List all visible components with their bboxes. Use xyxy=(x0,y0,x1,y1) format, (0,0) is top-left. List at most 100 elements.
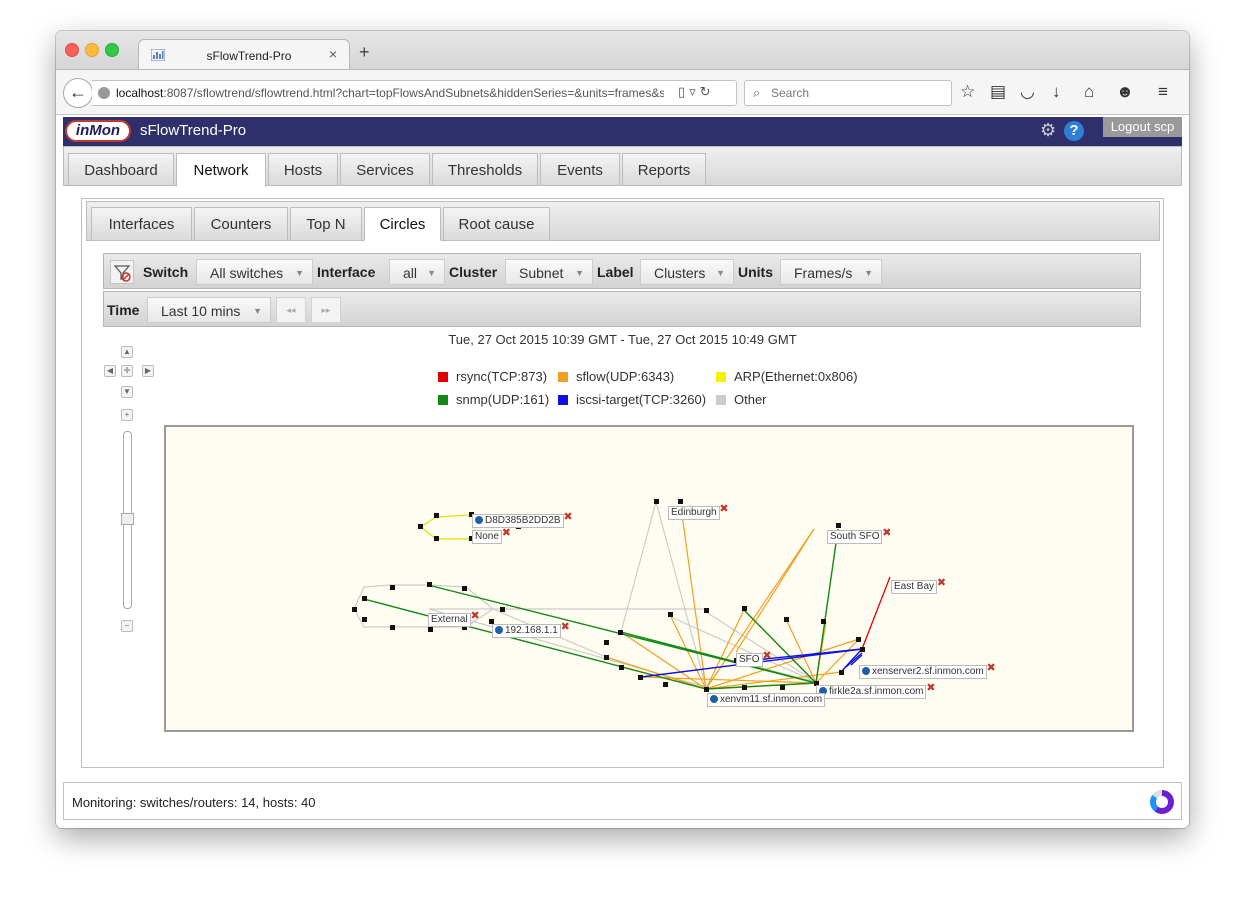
pan-right-icon[interactable]: ▶ xyxy=(142,365,154,377)
remove-icon[interactable]: ✖ xyxy=(882,527,891,539)
monitoring-status-text: Monitoring: switches/routers: 14, hosts:… xyxy=(72,795,316,810)
switch-select[interactable]: All switches ▼ xyxy=(196,259,313,285)
search-icon: ⌕ xyxy=(753,85,761,100)
remove-icon[interactable]: ✖ xyxy=(561,621,570,633)
browser-tab-title: sFlowTrend-Pro xyxy=(206,49,292,63)
zoom-out-icon[interactable]: − xyxy=(121,620,133,632)
remove-icon[interactable]: ✖ xyxy=(470,610,479,622)
tab-network[interactable]: Network xyxy=(176,153,266,187)
legend-item-arp[interactable]: ARP(Ethernet:0x806) xyxy=(716,369,858,384)
label-select[interactable]: Clusters ▼ xyxy=(640,259,734,285)
node-label-south-sfo[interactable]: South SFO ✖ xyxy=(827,527,891,544)
remove-icon[interactable]: ✖ xyxy=(987,662,996,674)
interface-select[interactable]: all ▼ xyxy=(389,259,445,285)
legend-item-sflow[interactable]: sflow(UDP:6343) xyxy=(558,369,674,384)
tab-dashboard[interactable]: Dashboard xyxy=(68,153,174,186)
node-label-firkle2a[interactable]: firkle2a.sf.inmon.com ✖ xyxy=(816,682,935,699)
title-bar: sFlowTrend-Pro × + xyxy=(56,31,1189,71)
sub-tabs: Interfaces Counters Top N Circles Root c… xyxy=(86,201,1160,241)
node-label-sfo[interactable]: SFO ✖ xyxy=(736,650,772,667)
units-select[interactable]: Frames/s ▼ xyxy=(780,259,882,285)
legend-item-iscsi[interactable]: iscsi-target(TCP:3260) xyxy=(558,392,706,407)
remove-icon[interactable]: ✖ xyxy=(563,511,572,523)
search-bar[interactable]: ⌕ Search xyxy=(744,80,952,106)
node-label-external[interactable]: External ✖ xyxy=(428,610,480,627)
reader-view-icon[interactable]: ▯ xyxy=(678,84,689,99)
time-forward-button[interactable]: ▸▸ xyxy=(311,297,341,323)
legend-swatch xyxy=(558,395,568,405)
minimize-window-button[interactable] xyxy=(85,43,99,57)
app-title: sFlowTrend-Pro xyxy=(140,122,247,139)
legend-swatch xyxy=(438,395,448,405)
tab-hosts[interactable]: Hosts xyxy=(268,153,338,186)
cluster-value: Subnet xyxy=(519,265,564,281)
node-label-none[interactable]: None ✖ xyxy=(472,527,511,544)
settings-gear-icon[interactable]: ⚙ xyxy=(1040,120,1056,141)
node-label-192-168-1-1[interactable]: 192.168.1.1 ✖ xyxy=(492,621,570,638)
menu-icon[interactable]: ≡ xyxy=(1158,82,1168,102)
node-label-xenserver2[interactable]: xenserver2.sf.inmon.com ✖ xyxy=(859,662,996,679)
navigation-bar: ← localhost:8087/sflowtrend/sflowtrend.h… xyxy=(56,69,1189,115)
network-graph xyxy=(352,499,891,692)
zoom-fit-icon[interactable]: ✛ xyxy=(121,365,133,377)
dropdown-arrow-icon[interactable]: ▿ xyxy=(689,84,700,99)
node-label-xenvm11[interactable]: xenvm11.sf.inmon.com xyxy=(707,693,826,707)
legend-item-snmp[interactable]: snmp(UDP:161) xyxy=(438,392,549,407)
node-label-east-bay[interactable]: East Bay ✖ xyxy=(891,577,946,594)
remove-icon[interactable]: ✖ xyxy=(937,577,946,589)
time-back-button[interactable]: ◂◂ xyxy=(276,297,306,323)
tab-interfaces[interactable]: Interfaces xyxy=(91,207,192,241)
info-icon xyxy=(495,626,503,634)
logout-button[interactable]: Logout scp xyxy=(1103,117,1182,137)
pocket-icon[interactable]: ◡ xyxy=(1020,82,1035,102)
tab-reports[interactable]: Reports xyxy=(622,153,706,186)
new-tab-icon[interactable]: + xyxy=(359,42,370,63)
node-label-edinburgh[interactable]: Edinburgh ✖ xyxy=(668,503,729,520)
chevron-down-icon: ▼ xyxy=(575,268,584,278)
pan-up-icon[interactable]: ▲ xyxy=(121,346,133,358)
reading-list-icon[interactable]: ▤ xyxy=(990,82,1006,102)
reload-icon[interactable]: ↻ xyxy=(700,84,715,99)
units-label: Units xyxy=(738,264,773,280)
pan-left-icon[interactable]: ◀ xyxy=(104,365,116,377)
zoom-in-icon[interactable]: + xyxy=(121,409,133,421)
remove-icon[interactable]: ✖ xyxy=(719,503,728,515)
time-label: Time xyxy=(107,302,140,318)
zoom-slider-handle[interactable] xyxy=(121,513,134,525)
chevron-down-icon: ▼ xyxy=(427,268,436,278)
pan-down-icon[interactable]: ▼ xyxy=(121,386,133,398)
tab-counters[interactable]: Counters xyxy=(194,207,288,241)
url-bar[interactable]: localhost:8087/sflowtrend/sflowtrend.htm… xyxy=(92,80,737,106)
hello-icon[interactable]: ☻ xyxy=(1116,82,1134,102)
status-bar: Monitoring: switches/routers: 14, hosts:… xyxy=(63,782,1182,820)
remove-icon[interactable]: ✖ xyxy=(762,650,771,662)
chevron-down-icon: ▼ xyxy=(253,306,262,316)
tab-circles[interactable]: Circles xyxy=(364,207,441,241)
browser-tab[interactable]: sFlowTrend-Pro × xyxy=(138,39,350,71)
time-select[interactable]: Last 10 mins ▼ xyxy=(147,297,271,323)
zoom-window-button[interactable] xyxy=(105,43,119,57)
tab-root-cause[interactable]: Root cause xyxy=(443,207,550,241)
remove-icon[interactable]: ✖ xyxy=(502,527,511,539)
tab-events[interactable]: Events xyxy=(540,153,620,186)
url-host: localhost xyxy=(116,86,164,100)
download-icon[interactable]: ↓ xyxy=(1052,82,1061,102)
back-arrow-icon[interactable]: ← xyxy=(63,78,93,108)
legend-item-rsync[interactable]: rsync(TCP:873) xyxy=(438,369,547,384)
close-window-button[interactable] xyxy=(65,43,79,57)
close-tab-icon[interactable]: × xyxy=(329,46,337,62)
network-circles-plot[interactable]: D8D385B2DD2B ✖ None ✖ Edinburgh ✖ South SFO… xyxy=(164,425,1134,732)
help-icon[interactable]: ? xyxy=(1064,121,1084,141)
node-label-d8d385b2dd2b[interactable]: D8D385B2DD2B ✖ xyxy=(472,511,573,528)
cluster-select[interactable]: Subnet ▼ xyxy=(505,259,593,285)
filter-funnel-icon[interactable] xyxy=(110,260,134,284)
legend-item-other[interactable]: Other xyxy=(716,392,767,407)
tab-thresholds[interactable]: Thresholds xyxy=(432,153,538,186)
tab-services[interactable]: Services xyxy=(340,153,430,186)
tab-top-n[interactable]: Top N xyxy=(290,207,362,241)
home-icon[interactable]: ⌂ xyxy=(1084,82,1094,102)
label-label: Label xyxy=(597,264,634,280)
chart-favicon-icon xyxy=(151,49,165,61)
remove-icon[interactable]: ✖ xyxy=(926,682,935,694)
bookmark-star-icon[interactable]: ☆ xyxy=(960,82,975,102)
